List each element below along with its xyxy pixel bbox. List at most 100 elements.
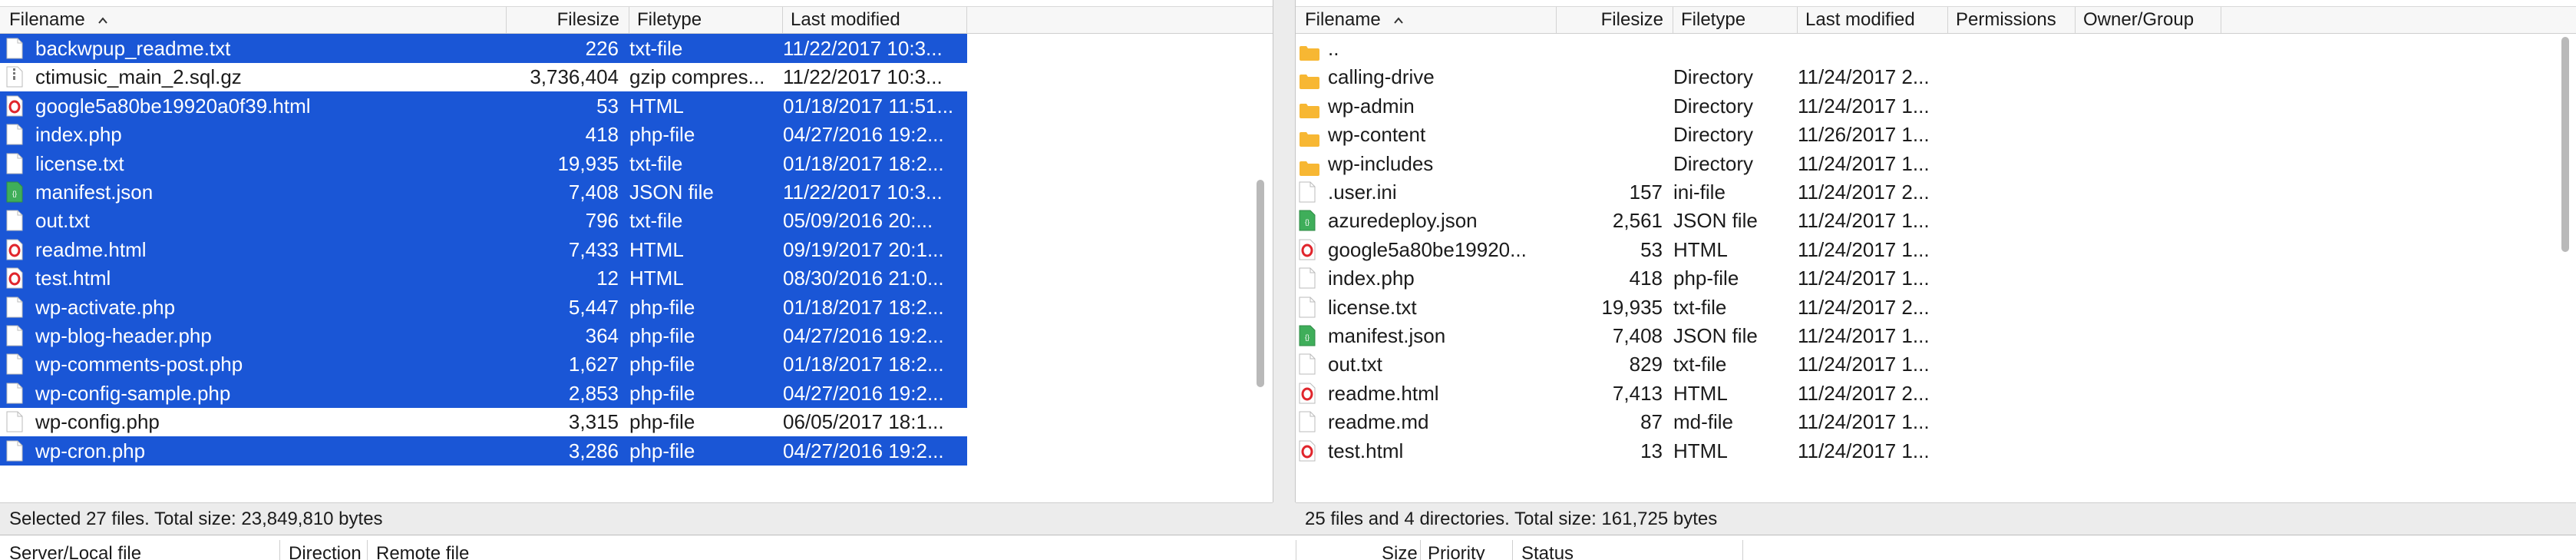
text-file-icon xyxy=(6,153,23,174)
col-modified-header[interactable]: Last modified xyxy=(1798,7,1948,33)
file-size xyxy=(1557,91,1663,121)
file-name: wp-config-sample.php xyxy=(35,381,231,405)
file-type: php-file xyxy=(629,295,695,319)
file-row[interactable]: test.html 12 HTML 08/30/2016 21:0... xyxy=(0,263,967,293)
file-row[interactable]: wp-config.php 3,315 php-file 06/05/2017 18:… xyxy=(0,407,967,436)
queue-col-divider xyxy=(367,540,368,560)
file-type: php-file xyxy=(629,123,695,147)
file-row[interactable]: ctimusic_main_2.sql.gz 3,736,404 gzip comp… xyxy=(0,62,967,91)
remote-scroll-thumb[interactable] xyxy=(2561,37,2569,252)
file-name: test.html xyxy=(1328,439,1404,462)
file-row[interactable]: index.php 418 php-file 04/27/2016 19:2... xyxy=(0,120,967,150)
file-row[interactable]: {} azuredeploy.json 2,561 JSON file 11/24/20… xyxy=(1296,206,2539,235)
opera-html-icon xyxy=(6,239,23,260)
queue-col-direction[interactable]: Direction xyxy=(289,543,362,560)
local-scroll-thumb[interactable] xyxy=(1257,180,1264,387)
file-name: backwpup_readme.txt xyxy=(35,37,231,60)
text-file-icon xyxy=(6,38,23,59)
file-type xyxy=(1673,34,1796,63)
file-row[interactable]: readme.html 7,433 HTML 09/19/2017 20:1... xyxy=(0,234,967,264)
file-row[interactable]: calling-drive Directory 11/24/2017 2... xyxy=(1296,62,2539,91)
file-modified: 11/24/2017 2... xyxy=(1798,381,1930,405)
file-modified: 11/24/2017 2... xyxy=(1798,181,1930,204)
json-file-icon: {} xyxy=(6,181,23,203)
col-filetype-header[interactable]: Filetype xyxy=(1673,7,1798,33)
file-modified: 01/18/2017 18:2... xyxy=(783,353,944,376)
local-scrollbar[interactable] xyxy=(1253,34,1268,499)
file-row[interactable]: {} manifest.json 7,408 JSON file 11/22/2017 … xyxy=(0,177,967,207)
file-row[interactable]: .user.ini 157 ini-file 11/24/2017 2... xyxy=(1296,177,2539,207)
queue-col-priority[interactable]: Priority xyxy=(1428,543,1485,560)
json-file-icon: {} xyxy=(1299,325,1316,346)
file-type: txt-file xyxy=(1673,295,1727,319)
file-modified: 06/05/2017 18:1... xyxy=(783,410,944,434)
remote-scrollbar[interactable] xyxy=(2558,34,2573,499)
col-filename-label: Filename xyxy=(9,9,85,30)
col-owner-header[interactable]: Owner/Group xyxy=(2076,7,2221,33)
file-row[interactable]: readme.html 7,413 HTML 11/24/2017 2... xyxy=(1296,379,2539,408)
file-size: 2,853 xyxy=(568,381,619,405)
col-filename-header[interactable]: Filename xyxy=(0,7,507,33)
text-file-icon xyxy=(1299,267,1316,289)
file-name: google5a80be19920a0f39.html xyxy=(35,94,311,118)
file-row[interactable]: out.txt 796 txt-file 05/09/2016 20:... xyxy=(0,206,967,236)
file-size: 364 xyxy=(585,324,619,347)
file-row[interactable]: {} manifest.json 7,408 JSON file 11/24/2017 … xyxy=(1296,321,2539,350)
file-row[interactable]: wp-config-sample.php 2,853 php-file 04/27/2… xyxy=(0,378,967,408)
file-modified: 11/24/2017 2... xyxy=(1798,65,1930,89)
file-type: HTML xyxy=(629,94,684,118)
file-type: HTML xyxy=(1673,381,1728,405)
file-row[interactable]: wp-cron.php 3,286 php-file 04/27/2016 19:2.… xyxy=(0,436,967,466)
file-row[interactable]: wp-activate.php 5,447 php-file 01/18/2017 1… xyxy=(0,292,967,322)
col-filename-header[interactable]: Filename xyxy=(1296,7,1557,33)
file-name: wp-activate.php xyxy=(35,295,176,319)
file-modified: 04/27/2016 19:2... xyxy=(783,439,944,462)
file-size: 19,935 xyxy=(1601,295,1663,319)
pane-splitter[interactable] xyxy=(1273,0,1296,502)
file-type: txt-file xyxy=(629,37,683,60)
file-type: php-file xyxy=(1673,267,1739,290)
folder-icon xyxy=(1299,68,1319,90)
file-row[interactable]: index.php 418 php-file 11/24/2017 1... xyxy=(1296,263,2539,293)
svg-text:{}: {} xyxy=(1305,333,1309,341)
local-status-text: Selected 27 files. Total size: 23,849,81… xyxy=(0,502,1273,535)
file-row[interactable]: wp-comments-post.php 1,627 php-file 01/18/2… xyxy=(0,350,967,379)
file-row[interactable]: out.txt 829 txt-file 11/24/2017 1... xyxy=(1296,350,2539,379)
queue-col-server-local[interactable]: Server/Local file xyxy=(9,543,141,560)
file-row[interactable]: wp-includes Directory 11/24/2017 1... xyxy=(1296,149,2539,178)
queue-col-remote-file[interactable]: Remote file xyxy=(376,543,469,560)
file-row[interactable]: google5a80be19920a0f39.html 53 HTML 01/18/2… xyxy=(0,91,967,121)
file-row[interactable]: readme.md 87 md-file 11/24/2017 1... xyxy=(1296,407,2539,436)
file-modified: 05/09/2016 20:... xyxy=(783,209,933,233)
col-filetype-header[interactable]: Filetype xyxy=(629,7,783,33)
file-name: license.txt xyxy=(1328,295,1417,319)
file-row[interactable]: wp-admin Directory 11/24/2017 1... xyxy=(1296,91,2539,121)
file-modified: 11/24/2017 1... xyxy=(1798,237,1930,261)
col-modified-header[interactable]: Last modified xyxy=(783,7,967,33)
file-row[interactable]: google5a80be19920... 53 HTML 11/24/2017 1..… xyxy=(1296,235,2539,264)
file-row[interactable]: wp-content Directory 11/26/2017 1... xyxy=(1296,120,2539,149)
file-size xyxy=(1557,120,1663,149)
file-row[interactable]: backwpup_readme.txt 226 txt-file 11/22/2017… xyxy=(0,34,967,63)
col-filesize-header[interactable]: Filesize xyxy=(507,7,629,33)
file-name: .user.ini xyxy=(1328,181,1397,204)
file-size: 7,408 xyxy=(568,181,619,204)
col-filesize-header[interactable]: Filesize xyxy=(1557,7,1673,33)
col-filename-label: Filename xyxy=(1305,9,1381,30)
text-file-icon xyxy=(6,383,23,404)
queue-col-size[interactable]: Size xyxy=(1382,543,1418,560)
file-row[interactable]: license.txt 19,935 txt-file 01/18/2017 18:2… xyxy=(0,148,967,178)
folder-icon xyxy=(1299,126,1319,147)
file-row[interactable]: wp-blog-header.php 364 php-file 04/27/2016 … xyxy=(0,321,967,350)
text-file-icon xyxy=(6,297,23,318)
file-row[interactable]: test.html 13 HTML 11/24/2017 1... xyxy=(1296,436,2539,466)
opera-html-icon xyxy=(1299,383,1316,404)
file-row[interactable]: license.txt 19,935 txt-file 11/24/2017 2... xyxy=(1296,293,2539,322)
queue-col-status[interactable]: Status xyxy=(1521,543,1574,560)
file-size: 796 xyxy=(585,209,619,233)
opera-html-icon xyxy=(1299,239,1316,260)
file-size: 12 xyxy=(596,267,619,290)
col-permissions-header[interactable]: Permissions xyxy=(1948,7,2076,33)
file-row[interactable]: .. xyxy=(1296,34,2539,63)
file-modified: 11/24/2017 1... xyxy=(1798,151,1930,175)
